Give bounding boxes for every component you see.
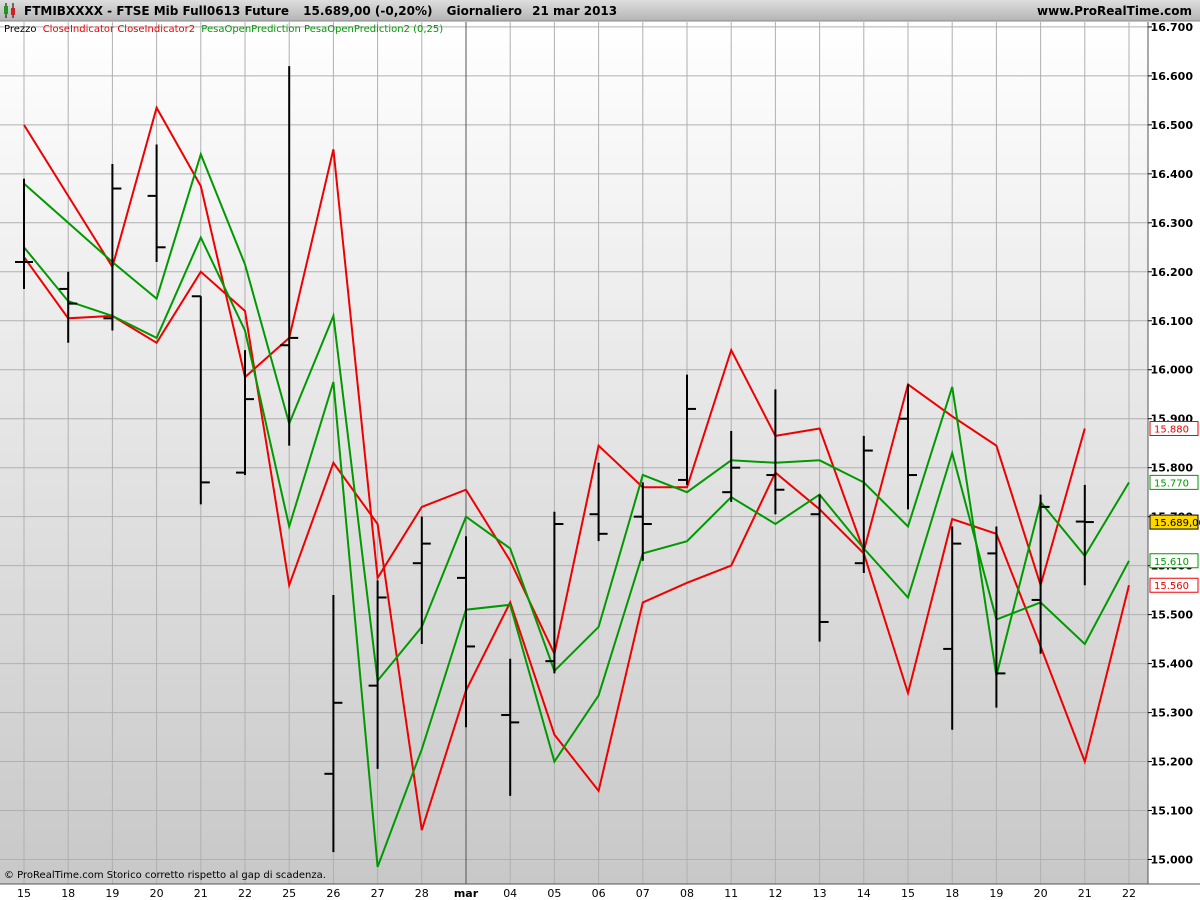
x-tick-label: 07	[636, 887, 650, 900]
y-tick-label: 15.400	[1151, 658, 1194, 671]
y-tick-label: 16.000	[1151, 364, 1194, 377]
last-value-label: 15.770	[1149, 474, 1199, 490]
y-tick-label: 15.000	[1151, 854, 1194, 867]
symbol: FTMIBXXXX	[24, 4, 104, 18]
period: Giornaliero	[447, 4, 522, 18]
x-tick-label: 06	[592, 887, 606, 900]
y-tick-label: 15.200	[1151, 756, 1194, 769]
svg-text:Prezzo CloseIndicator Clos: Prezzo CloseIndicator CloseIndicator2 Pe…	[4, 24, 443, 35]
x-tick-label: 12	[768, 887, 782, 900]
x-tick-label: 20	[150, 887, 164, 900]
footer-note: © ProRealTime.com Storico corretto rispe…	[4, 870, 326, 881]
price-chart: FTMIBXXXX - FTSE Mib Full0613 Future 15.…	[0, 0, 1200, 900]
x-tick-label: 22	[1122, 887, 1136, 900]
last-value-label: 15.560	[1149, 577, 1199, 593]
legend-pesa-open-prediction: PesaOpenPrediction PesaOpenPrediction2 (…	[201, 24, 443, 35]
last-price: 15.689,00 (-0,20%)	[303, 4, 432, 18]
x-tick-label: mar	[454, 887, 479, 900]
last-value-label: 15.610	[1149, 553, 1199, 569]
y-tick-label: 16.200	[1151, 266, 1194, 279]
x-tick-label: 18	[61, 887, 75, 900]
x-tick-label: 11	[724, 887, 738, 900]
x-tick-label: 15	[17, 887, 31, 900]
x-tick-label: 13	[813, 887, 827, 900]
x-tick-label: 25	[282, 887, 296, 900]
last-value-text: 15.560	[1154, 581, 1189, 592]
legend-close-indicator: CloseIndicator CloseIndicator2	[43, 24, 195, 35]
y-tick-label: 16.400	[1151, 168, 1194, 181]
x-tick-label: 27	[371, 887, 385, 900]
y-tick-label: 16.100	[1151, 315, 1194, 328]
site-link[interactable]: www.ProRealTime.com	[1037, 4, 1192, 18]
x-tick-label: 28	[415, 887, 429, 900]
last-value-text: 15.689,00	[1154, 518, 1200, 529]
legend-price: Prezzo	[4, 24, 37, 35]
x-tick-label: 21	[1078, 887, 1092, 900]
x-tick-label: 14	[857, 887, 871, 900]
y-tick-label: 16.700	[1151, 21, 1194, 34]
x-tick-label: 21	[194, 887, 208, 900]
x-tick-label: 18	[945, 887, 959, 900]
y-tick-label: 15.500	[1151, 609, 1194, 622]
last-value-text: 15.880	[1154, 425, 1189, 436]
last-value-label: 15.689,00	[1149, 514, 1200, 530]
y-tick-label: 16.500	[1151, 119, 1194, 132]
x-tick-label: 19	[105, 887, 119, 900]
y-tick-label: 16.600	[1151, 70, 1194, 83]
y-tick-label: 16.300	[1151, 217, 1194, 230]
plot-area	[0, 22, 1148, 884]
y-tick-label: 15.800	[1151, 462, 1194, 475]
date: 21 mar 2013	[532, 4, 617, 18]
last-value-label: 15.880	[1149, 421, 1199, 437]
instrument-name: FTSE Mib Full0613 Future	[116, 4, 289, 18]
x-tick-label: 26	[326, 887, 340, 900]
x-tick-label: 20	[1034, 887, 1048, 900]
x-tick-label: 19	[989, 887, 1003, 900]
y-tick-label: 15.300	[1151, 707, 1194, 720]
x-tick-label: 08	[680, 887, 694, 900]
x-tick-label: 05	[547, 887, 561, 900]
last-value-text: 15.770	[1154, 478, 1189, 489]
x-tick-label: 22	[238, 887, 252, 900]
x-tick-label: 04	[503, 887, 517, 900]
x-tick-label: 15	[901, 887, 915, 900]
y-tick-label: 15.100	[1151, 805, 1194, 818]
last-value-text: 15.610	[1154, 557, 1189, 568]
